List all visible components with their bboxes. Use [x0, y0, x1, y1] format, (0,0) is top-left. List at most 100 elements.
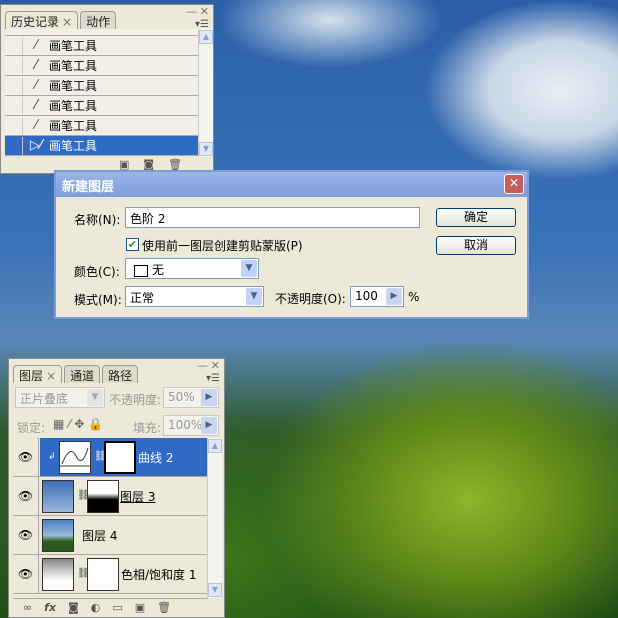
- snapshot-source-box[interactable]: [7, 116, 23, 135]
- opacity-slider-arrow-icon[interactable]: ▶: [201, 389, 217, 406]
- eye-icon[interactable]: 👁: [13, 555, 39, 593]
- tab-history[interactable]: 历史记录 ×: [5, 11, 79, 29]
- dialog-close-button[interactable]: ✕: [504, 174, 524, 194]
- layer-opacity-input[interactable]: 50% ▶: [163, 387, 219, 408]
- brush-icon: ⁄: [34, 118, 38, 133]
- layer-thumbnail: [42, 519, 74, 552]
- history-item[interactable]: ⁄ 画笔工具: [5, 96, 198, 116]
- snapshot-source-box[interactable]: [7, 36, 23, 55]
- scroll-up-button[interactable]: ▲: [199, 30, 213, 44]
- snapshot-source-box[interactable]: [7, 96, 23, 115]
- eye-icon[interactable]: 👁: [13, 438, 39, 476]
- color-label: 颜色(C):: [74, 265, 120, 279]
- adjustment-layer-icon[interactable]: ◐: [91, 601, 101, 614]
- add-mask-icon[interactable]: ◙: [68, 601, 79, 614]
- layer-name: 色相/饱和度 1: [121, 568, 197, 582]
- tab-close-icon[interactable]: ×: [62, 15, 72, 29]
- history-item-partial[interactable]: [5, 29, 198, 36]
- opacity-label: 不透明度(O):: [275, 292, 346, 306]
- brush-icon: ⁄: [34, 38, 38, 53]
- brush-icon: ⁄: [34, 58, 38, 73]
- layers-panel: — ✕ 图层 × 通道 路径 ▾☰ 正片叠底 ▼ 不透明度: 50% ▶ 锁定: ▦⁄…: [8, 358, 225, 618]
- lock-position-icon[interactable]: ✥: [74, 417, 88, 431]
- layer-name: 图层 4: [82, 529, 118, 543]
- name-input[interactable]: 色阶 2: [125, 207, 420, 228]
- chevron-down-icon[interactable]: ▼: [241, 260, 257, 277]
- history-item-selected[interactable]: ▷⁄ 画笔工具: [5, 136, 198, 156]
- mode-label: 模式(M):: [74, 293, 122, 307]
- layer-row[interactable]: 👁 图层 4: [13, 516, 208, 555]
- layer-name: 图层 3: [120, 490, 156, 504]
- history-item[interactable]: ⁄ 画笔工具: [5, 56, 198, 76]
- scroll-down-button[interactable]: ▼: [208, 583, 222, 597]
- close-icon[interactable]: ✕: [200, 5, 209, 18]
- fill-slider-arrow-icon[interactable]: ▶: [201, 417, 217, 434]
- name-label: 名称(N):: [74, 213, 121, 227]
- brush-icon: ▷⁄: [29, 138, 43, 153]
- panel-menu-icon[interactable]: ▾☰: [206, 373, 220, 384]
- layer-name: 曲线 2: [138, 451, 174, 465]
- layer-mask-thumbnail: [104, 441, 136, 474]
- opacity-input[interactable]: 100 ▶: [350, 286, 404, 307]
- color-swatch: [134, 264, 148, 277]
- layer-mask-thumbnail: [87, 558, 119, 591]
- clip-mask-label: 使用前一图层创建剪贴蒙版(P): [142, 239, 303, 253]
- hue-saturation-adjustment-thumbnail: [42, 558, 74, 591]
- opacity-unit: %: [408, 290, 420, 304]
- curves-adjustment-thumbnail: [59, 441, 91, 474]
- fill-label: 填充:: [133, 421, 162, 435]
- eye-icon[interactable]: 👁: [13, 516, 39, 554]
- link-layers-icon[interactable]: ∞: [23, 601, 32, 614]
- history-item[interactable]: ⁄ 画笔工具: [5, 36, 198, 56]
- minimize-icon[interactable]: —: [186, 5, 197, 18]
- snapshot-source-box[interactable]: [7, 136, 23, 155]
- layer-row[interactable]: 👁 ⛓ 图层 3: [13, 477, 208, 516]
- mode-select[interactable]: 正常 ▼: [125, 286, 264, 307]
- tab-layers[interactable]: 图层 ×: [13, 365, 63, 383]
- color-select[interactable]: 无 ▼: [125, 258, 259, 279]
- clip-arrow-icon: ↲: [48, 452, 56, 462]
- tab-channels[interactable]: 通道: [64, 365, 101, 383]
- lock-transparent-icon[interactable]: ▦: [53, 417, 68, 431]
- history-item[interactable]: ⁄ 画笔工具: [5, 76, 198, 96]
- layers-scrollbar[interactable]: ▲ ▼: [207, 438, 222, 598]
- tab-close-icon[interactable]: ×: [46, 369, 56, 383]
- fx-icon[interactable]: fx: [44, 601, 56, 614]
- layer-row-partial[interactable]: [13, 594, 208, 599]
- lock-icons: ▦⁄✥🔒: [53, 417, 107, 431]
- layer-thumbnail: [42, 480, 74, 513]
- history-panel: — ✕ 历史记录 × 动作 ▾☰ ⁄ 画笔工具 ⁄ 画笔工具 ⁄ 画笔工具 ⁄ 画笔工具 …: [0, 4, 214, 174]
- lock-label: 锁定:: [17, 421, 46, 435]
- layer-row-curves[interactable]: 👁 ↲ ⛓ 曲线 2: [13, 438, 208, 477]
- new-group-icon[interactable]: ▭: [112, 601, 122, 614]
- history-item[interactable]: ⁄ 画笔工具: [5, 116, 198, 136]
- close-icon[interactable]: ✕: [211, 359, 220, 372]
- chevron-down-icon[interactable]: ▼: [246, 288, 262, 305]
- layer-row[interactable]: 👁 ⛓ 色相/饱和度 1: [13, 555, 208, 594]
- blend-mode-select[interactable]: 正片叠底 ▼: [15, 387, 105, 408]
- brush-icon: ⁄: [34, 98, 38, 113]
- layer-opacity-label: 不透明度:: [109, 393, 162, 407]
- clip-mask-checkbox[interactable]: ✔: [126, 238, 139, 251]
- scroll-down-button[interactable]: ▼: [199, 142, 213, 156]
- new-layer-dialog: 新建图层 ✕ 名称(N): 色阶 2 确定 取消 ✔ 使用前一图层创建剪贴蒙版(…: [54, 170, 529, 319]
- tab-actions[interactable]: 动作: [80, 11, 117, 29]
- trash-icon[interactable]: 🗑: [157, 601, 171, 614]
- ok-button[interactable]: 确定: [436, 208, 516, 227]
- chevron-down-icon[interactable]: ▼: [87, 389, 103, 406]
- new-layer-icon[interactable]: ▣: [135, 601, 145, 614]
- lock-all-icon[interactable]: 🔒: [88, 417, 107, 431]
- scroll-up-button[interactable]: ▲: [208, 439, 222, 453]
- opacity-slider-arrow-icon[interactable]: ▶: [386, 288, 402, 305]
- cancel-button[interactable]: 取消: [436, 236, 516, 255]
- dialog-title: 新建图层: [56, 172, 527, 197]
- history-scrollbar[interactable]: ▲ ▼: [198, 29, 213, 157]
- brush-icon: ⁄: [34, 78, 38, 93]
- tab-paths[interactable]: 路径: [102, 365, 139, 383]
- layer-mask-thumbnail: [87, 480, 119, 513]
- snapshot-source-box[interactable]: [7, 76, 23, 95]
- snapshot-source-box[interactable]: [7, 56, 23, 75]
- fill-input[interactable]: 100% ▶: [163, 415, 219, 436]
- minimize-icon[interactable]: —: [197, 359, 208, 372]
- eye-icon[interactable]: 👁: [13, 477, 39, 515]
